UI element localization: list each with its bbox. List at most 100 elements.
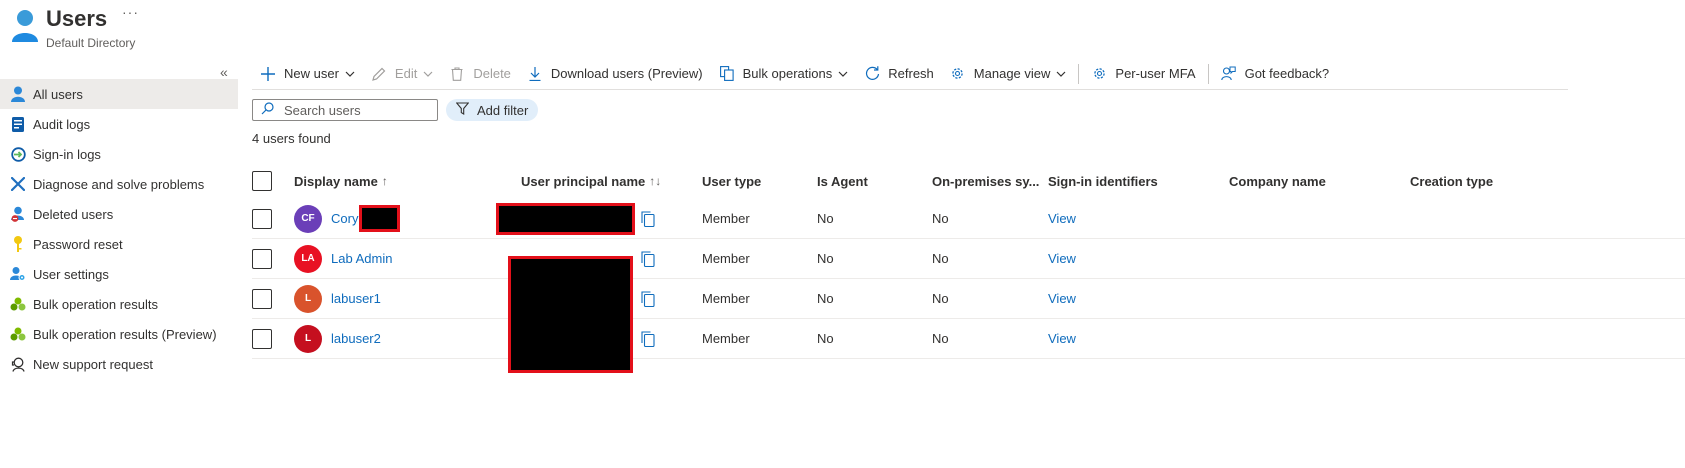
result-count: 4 users found: [252, 131, 331, 146]
sidebar-item-deleted-users[interactable]: Deleted users: [0, 199, 238, 229]
bulk-operations-label: Bulk operations: [742, 66, 833, 81]
sidebar-item-bulk-results[interactable]: Bulk operation results: [0, 289, 238, 319]
trash-icon: [449, 66, 465, 82]
page-subtitle: Default Directory: [46, 36, 136, 50]
column-header-on-premises[interactable]: On-premises sy...: [932, 174, 1048, 189]
refresh-button[interactable]: Refresh: [856, 59, 942, 89]
pencil-icon: [371, 66, 387, 82]
page-header: Users Default Directory: [10, 6, 135, 54]
column-header-display-name[interactable]: Display name ↑: [294, 174, 521, 189]
table-row[interactable]: LA Lab Admin Member No No View: [252, 239, 1685, 373]
is-agent-cell: No: [817, 211, 834, 226]
column-header-user-type[interactable]: User type: [702, 174, 817, 189]
audit-log-icon: [10, 116, 26, 132]
view-sign-in-link[interactable]: View: [1048, 251, 1076, 266]
view-sign-in-link[interactable]: View: [1048, 211, 1076, 226]
sidebar-item-label: New support request: [33, 356, 153, 372]
delete-label: Delete: [473, 66, 511, 81]
row-checkbox[interactable]: [252, 328, 272, 349]
sidebar-item-password-reset[interactable]: Password reset: [0, 229, 238, 259]
copy-icon[interactable]: [641, 330, 657, 347]
add-filter-label: Add filter: [477, 102, 529, 118]
add-filter-button[interactable]: Add filter: [446, 99, 539, 121]
user-type-cell: Member: [702, 251, 750, 266]
view-sign-in-link[interactable]: View: [1048, 331, 1076, 346]
sidebar-item-audit-logs[interactable]: Audit logs: [0, 109, 238, 139]
sidebar-item-label: Deleted users: [33, 206, 114, 222]
bulk-results-icon: [10, 326, 26, 342]
user-name-link[interactable]: labuser2: [331, 331, 381, 346]
collapse-sidebar-button[interactable]: «: [220, 64, 228, 80]
feedback-label: Got feedback?: [1244, 66, 1330, 81]
sidebar-item-label: Bulk operation results: [33, 296, 159, 312]
sidebar-item-user-settings[interactable]: User settings: [0, 259, 238, 289]
manage-view-button[interactable]: Manage view: [942, 59, 1075, 89]
more-options-button[interactable]: ···: [122, 4, 139, 20]
user-name-link[interactable]: Cory: [331, 211, 358, 226]
user-settings-icon: [10, 266, 26, 282]
per-user-mfa-label: Per-user MFA: [1115, 66, 1196, 81]
sidebar-item-label: Bulk operation results (Preview): [33, 326, 217, 342]
on-premises-cell: No: [932, 211, 949, 226]
gear-icon: [1091, 66, 1107, 82]
filter-icon: [455, 102, 470, 118]
download-icon: [527, 66, 543, 82]
key-icon: [10, 236, 26, 252]
sidebar-item-label: User settings: [33, 266, 109, 282]
column-header-sign-in-identifiers[interactable]: Sign-in identifiers: [1048, 174, 1229, 189]
avatar: L: [294, 324, 322, 353]
avatar: L: [294, 284, 322, 313]
column-header-creation-type[interactable]: Creation type: [1410, 174, 1591, 189]
sidebar-item-label: Sign-in logs: [33, 146, 101, 162]
sidebar-item-new-support-request[interactable]: New support request: [0, 349, 238, 379]
sidebar-item-label: Audit logs: [33, 116, 91, 132]
table-row[interactable]: CF Cory Member No No View: [252, 199, 1685, 239]
feedback-button[interactable]: Got feedback?: [1213, 59, 1338, 89]
copy-icon[interactable]: [641, 250, 657, 267]
view-sign-in-link[interactable]: View: [1048, 291, 1076, 306]
search-box[interactable]: [252, 99, 438, 121]
bulk-operations-icon: [719, 66, 735, 82]
table-row[interactable]: L labuser2 Member No No View: [252, 319, 1685, 359]
column-label: User principal name: [521, 173, 646, 189]
new-user-button[interactable]: New user: [252, 59, 363, 89]
search-icon: [261, 102, 274, 118]
sidebar-item-label: All users: [33, 86, 83, 102]
sidebar-item-bulk-results-preview[interactable]: Bulk operation results (Preview): [0, 319, 238, 349]
row-checkbox[interactable]: [252, 288, 272, 309]
edit-label: Edit: [394, 66, 418, 81]
download-users-label: Download users (Preview): [550, 66, 703, 81]
bulk-operations-button[interactable]: Bulk operations: [711, 59, 857, 89]
sidebar-item-sign-in-logs[interactable]: Sign-in logs: [0, 139, 238, 169]
delete-button[interactable]: Delete: [441, 59, 519, 89]
row-checkbox[interactable]: [252, 208, 272, 229]
download-users-button[interactable]: Download users (Preview): [519, 59, 711, 89]
column-header-upn[interactable]: User principal name ↑↓: [521, 174, 702, 189]
wrench-icon: [10, 176, 26, 192]
sidebar-item-all-users[interactable]: All users: [0, 79, 238, 109]
column-label: Display name: [294, 173, 378, 189]
copy-icon[interactable]: [641, 210, 657, 227]
on-premises-cell: No: [932, 331, 949, 346]
copy-icon[interactable]: [641, 290, 657, 307]
chevron-down-icon: [345, 69, 355, 79]
command-bar: New user Edit Delete Download users (Pre…: [252, 58, 1568, 90]
table-row[interactable]: L labuser1 Member No No View: [252, 279, 1685, 319]
is-agent-cell: No: [817, 331, 834, 346]
user-name-link[interactable]: Lab Admin: [331, 251, 392, 266]
toolbar-divider: [1207, 63, 1209, 84]
sidebar-item-label: Password reset: [33, 236, 123, 252]
search-input[interactable]: [284, 102, 424, 118]
users-icon: [12, 10, 38, 42]
manage-view-label: Manage view: [973, 66, 1051, 81]
per-user-mfa-button[interactable]: Per-user MFA: [1083, 59, 1203, 89]
select-all-checkbox[interactable]: [252, 171, 272, 191]
row-checkbox[interactable]: [252, 248, 272, 269]
column-header-company-name[interactable]: Company name: [1229, 174, 1410, 189]
column-header-is-agent[interactable]: Is Agent: [817, 174, 932, 189]
on-premises-cell: No: [932, 291, 949, 306]
gear-icon: [950, 66, 966, 82]
sidebar-item-diagnose[interactable]: Diagnose and solve problems: [0, 169, 238, 199]
user-name-link[interactable]: labuser1: [331, 291, 381, 306]
edit-button[interactable]: Edit: [363, 59, 441, 89]
